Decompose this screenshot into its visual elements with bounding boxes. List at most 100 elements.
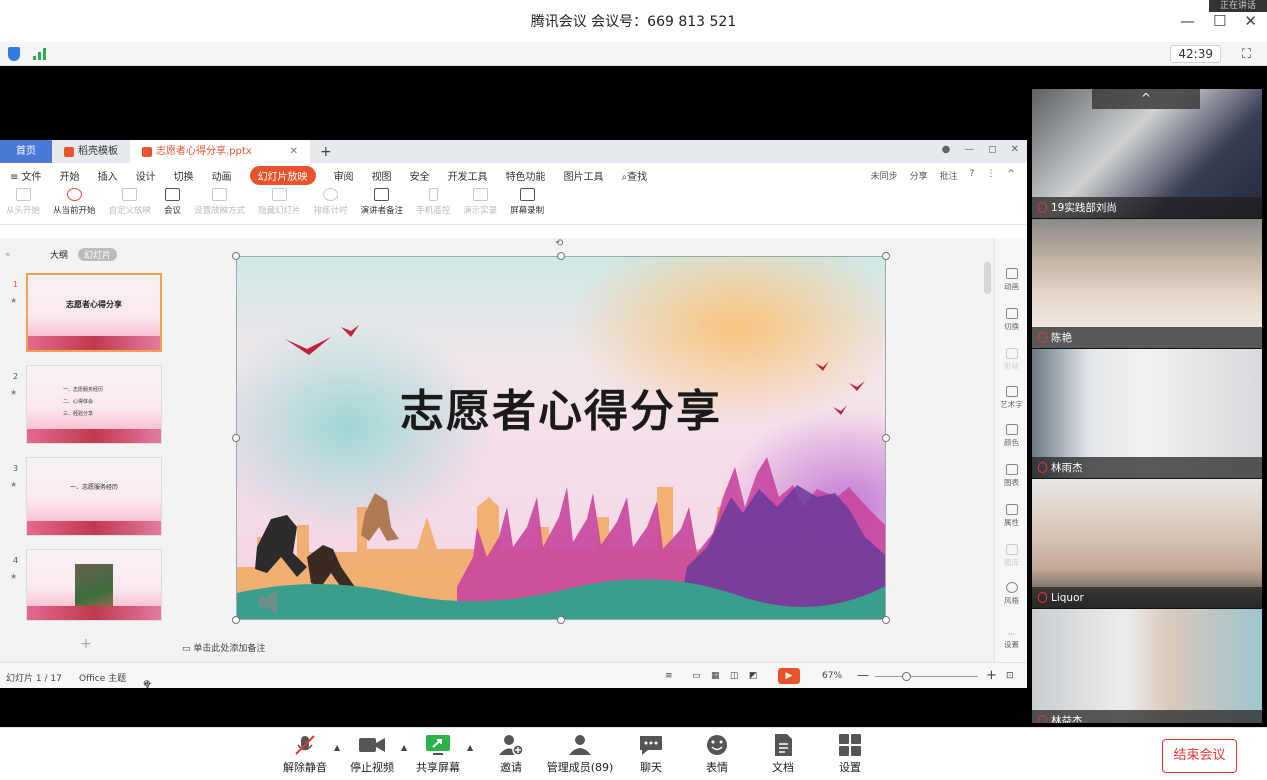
scroll-thumb[interactable] xyxy=(984,262,991,294)
menu-picture-tools[interactable]: 图片工具 xyxy=(564,168,604,183)
toolbar-setup-show[interactable]: 设置放映方式 xyxy=(194,188,245,216)
view-normal-icon[interactable]: ▭ xyxy=(692,671,701,681)
zoom-slider[interactable] xyxy=(875,676,978,677)
participant-tile[interactable]: 林雨杰 xyxy=(1032,349,1262,478)
add-slide-icon[interactable]: + xyxy=(80,636,92,652)
settings-button[interactable]: 设置 xyxy=(813,734,887,775)
minimize-icon[interactable]: — xyxy=(1180,12,1195,30)
view-notes-icon[interactable]: ≡ xyxy=(665,671,673,681)
menu-home[interactable]: 开始 xyxy=(60,168,80,183)
participant-tile[interactable]: Liquor xyxy=(1032,479,1262,608)
toolbar-presenter-notes[interactable]: 演讲者备注 xyxy=(361,188,403,216)
tab-close-icon[interactable]: ✕ xyxy=(290,140,298,163)
resize-handle[interactable] xyxy=(557,616,565,624)
play-button[interactable]: ▶ xyxy=(778,668,800,684)
menu-search[interactable]: ⌕查找 xyxy=(622,168,648,183)
close-icon[interactable]: ✕ xyxy=(1244,12,1257,30)
menu-design[interactable]: 设计 xyxy=(136,168,156,183)
tool-chart[interactable]: 图表 xyxy=(995,464,1027,488)
shield-icon[interactable] xyxy=(8,47,20,61)
menu-animation[interactable]: 动画 xyxy=(212,168,232,183)
annotation-button[interactable]: 批注 xyxy=(940,169,958,182)
collapse-icon[interactable]: ^ xyxy=(1007,169,1015,182)
manage-members-button[interactable]: 管理成员(89) xyxy=(542,734,618,775)
signal-icon[interactable] xyxy=(33,48,46,60)
menu-developer[interactable]: 开发工具 xyxy=(448,168,488,183)
share-screen-button[interactable]: 共享屏幕 xyxy=(401,734,475,775)
toolbar-hide-slide[interactable]: 隐藏幻灯片 xyxy=(258,188,301,216)
view-comment-icon[interactable]: ◩ xyxy=(749,671,758,681)
resize-handle[interactable] xyxy=(882,434,890,442)
user-icon[interactable]: ● xyxy=(942,144,951,155)
menu-insert[interactable]: 插入 xyxy=(98,168,118,183)
view-sorter-icon[interactable]: ▦ xyxy=(711,671,720,681)
collapse-panel-icon[interactable]: « xyxy=(5,250,11,260)
documents-button[interactable]: 文档 xyxy=(746,734,820,775)
tab-template[interactable]: 稻壳模板 xyxy=(52,140,130,163)
more-icon[interactable]: ⋮ xyxy=(986,169,995,182)
reactions-button[interactable]: 表情 xyxy=(680,734,754,775)
slide-thumb-1[interactable]: 志愿者心得分享 xyxy=(26,273,162,352)
resize-handle[interactable] xyxy=(232,434,240,442)
slide-thumb-3[interactable]: 一、志愿服务经历 xyxy=(26,457,162,536)
fullscreen-icon[interactable]: ⛶ xyxy=(1242,47,1251,62)
restore-icon[interactable]: ◻ xyxy=(988,144,996,155)
menu-slideshow[interactable]: 幻灯片放映 xyxy=(249,166,316,185)
tool-animation[interactable]: 动画 xyxy=(995,268,1027,292)
toolbar-custom-show[interactable]: 自定义放映 xyxy=(109,188,151,216)
share-button[interactable]: 分享 xyxy=(910,169,928,182)
tab-home[interactable]: 首页 xyxy=(0,140,52,163)
new-tab-icon[interactable]: + xyxy=(320,144,332,160)
tool-style[interactable]: 风格 xyxy=(995,582,1027,606)
notes-area[interactable]: ▭ 单击此处添加备注 xyxy=(182,641,265,654)
toolbar-rehearse[interactable]: 排练计时 xyxy=(314,188,348,216)
tool-shape[interactable]: 形状 xyxy=(995,348,1027,372)
maximize-icon[interactable]: ☐ xyxy=(1213,12,1226,30)
unmute-button[interactable]: 解除静音 xyxy=(268,734,342,775)
tool-gallery[interactable]: 图库 xyxy=(995,544,1027,568)
participant-tile[interactable]: ^ 19实践部刘尚 xyxy=(1032,89,1262,218)
toolbar-from-start[interactable]: 从头开始 xyxy=(6,188,40,216)
view-reading-icon[interactable]: ◫ xyxy=(730,671,739,681)
resize-handle[interactable] xyxy=(557,252,565,260)
slide-thumb-4[interactable] xyxy=(26,549,162,621)
zoom-in-icon[interactable]: + xyxy=(986,668,997,683)
zoom-slider-knob[interactable] xyxy=(902,672,911,681)
rotate-icon[interactable]: ⟲ xyxy=(555,238,563,249)
toolbar-meeting[interactable]: 会议 xyxy=(164,188,181,216)
tool-settings[interactable]: ··· 设置 xyxy=(995,630,1027,650)
stop-video-button[interactable]: 停止视频 xyxy=(335,734,409,775)
minimize-icon[interactable]: — xyxy=(964,144,974,155)
help-icon[interactable]: ? xyxy=(970,169,975,182)
resize-handle[interactable] xyxy=(232,616,240,624)
resize-handle[interactable] xyxy=(882,616,890,624)
tool-transition[interactable]: 切换 xyxy=(995,308,1027,332)
participant-tile[interactable]: 林益杰 xyxy=(1032,609,1262,723)
current-slide[interactable]: 志愿者心得分享 xyxy=(236,256,886,620)
chat-button[interactable]: 聊天 xyxy=(614,734,688,775)
menu-review[interactable]: 审阅 xyxy=(334,168,354,183)
tool-properties[interactable]: 属性 xyxy=(995,504,1027,528)
tab-slides[interactable]: 幻灯片 xyxy=(78,248,118,261)
toolbar-screen-record[interactable]: 屏幕录制 xyxy=(510,188,544,216)
sync-status[interactable]: 未同步 xyxy=(871,169,898,182)
fit-window-icon[interactable]: ⊡ xyxy=(1006,671,1014,681)
share-options-caret-icon[interactable]: ▲ xyxy=(467,743,473,752)
toolbar-phone-remote[interactable]: 手机遥控 xyxy=(416,188,450,216)
slide-thumb-2[interactable]: 一、志愿服务经历 二、心得体会 三、经验分享 xyxy=(26,365,162,444)
scroll-up-icon[interactable]: ^ xyxy=(1092,89,1200,109)
menu-transition[interactable]: 切换 xyxy=(174,168,194,183)
participant-tile[interactable]: 陈艳 xyxy=(1032,219,1262,348)
close-icon[interactable]: ✕ xyxy=(1011,144,1019,155)
menu-security[interactable]: 安全 xyxy=(410,168,430,183)
menu-features[interactable]: 特色功能 xyxy=(506,168,546,183)
tab-document[interactable]: 志愿者心得分享.pptx ✕ xyxy=(130,140,310,163)
resize-handle[interactable] xyxy=(882,252,890,260)
tool-color[interactable]: 颜色 xyxy=(995,424,1027,448)
invite-button[interactable]: 邀请 xyxy=(474,734,548,775)
menu-view[interactable]: 视图 xyxy=(372,168,392,183)
toolbar-from-current[interactable]: 从当前开始 xyxy=(53,188,96,216)
end-meeting-button[interactable]: 结束会议 xyxy=(1162,739,1237,773)
resize-handle[interactable] xyxy=(232,252,240,260)
zoom-level[interactable]: 67% xyxy=(822,671,842,681)
